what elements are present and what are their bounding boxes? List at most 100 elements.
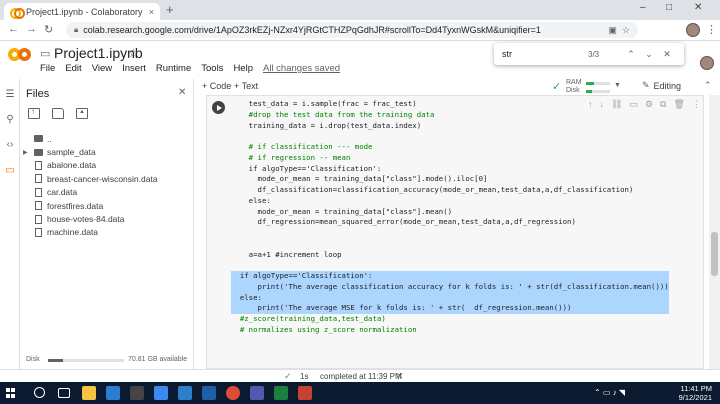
chevron-down-icon[interactable]: ▼ [614, 82, 621, 89]
mount-drive-icon[interactable] [76, 108, 88, 119]
star-icon[interactable]: ☆ [128, 46, 139, 60]
find-close-icon[interactable]: ✕ [658, 49, 676, 60]
code-line[interactable]: # if regression -- mean [231, 153, 669, 164]
delete-icon[interactable]: 🗑︎ [673, 99, 684, 110]
upload-icon[interactable] [28, 107, 40, 119]
vscode-icon[interactable] [178, 386, 192, 400]
code-line[interactable] [231, 260, 669, 271]
mail-icon[interactable] [106, 386, 120, 400]
find-next-icon[interactable]: ⌄ [640, 49, 658, 60]
search-icon[interactable]: ⚲ [4, 114, 16, 125]
menu-view[interactable]: View [92, 63, 112, 74]
back-arrow-icon[interactable]: ← [8, 23, 19, 35]
code-line[interactable]: a=a+1 #increment loop [231, 250, 669, 261]
add-code-button[interactable]: + Code [202, 81, 231, 91]
menu-help[interactable]: Help [233, 63, 253, 74]
run-cell-button[interactable] [212, 101, 225, 114]
code-line[interactable]: # if classification --- mode [231, 142, 669, 153]
code-line[interactable]: else: [231, 292, 669, 304]
expand-arrow-icon[interactable]: ▶ [20, 149, 30, 156]
tab-close-icon[interactable]: × [149, 7, 154, 17]
new-folder-icon[interactable] [52, 108, 64, 119]
outlook-icon[interactable] [202, 386, 216, 400]
file-item[interactable]: abalone.data [20, 159, 194, 172]
minimize-button[interactable]: – [640, 2, 646, 13]
powerpoint-icon[interactable] [298, 386, 312, 400]
more-icon[interactable]: ⋮ [692, 99, 701, 110]
resource-monitor[interactable]: ✓ RAM Disk ▼ [552, 79, 622, 95]
file-item[interactable]: house-votes-84.data [20, 212, 194, 225]
forward-arrow-icon[interactable]: → [26, 23, 37, 35]
status-close-icon[interactable]: ✕ [396, 371, 404, 382]
code-line[interactable]: df_regression=mean_squared_error(mode_or… [231, 217, 669, 228]
url-text[interactable]: colab.research.google.com/drive/1ApOZ3rk… [83, 25, 603, 35]
editing-mode-button[interactable]: ✎ Editing [642, 80, 681, 91]
save-status[interactable]: All changes saved [263, 63, 340, 74]
taskbar-clock[interactable]: 11:41 PM 9/12/2021 [672, 384, 712, 402]
browser-menu-icon[interactable]: ⋮ [706, 23, 717, 36]
bookmark-star-icon[interactable]: ☆ [622, 25, 630, 36]
file-item[interactable]: forestfires.data [20, 199, 194, 212]
excel-icon[interactable] [274, 386, 288, 400]
code-line[interactable] [231, 239, 669, 250]
maximize-button[interactable]: □ [666, 2, 672, 13]
code-line[interactable]: #drop the test data from the training da… [231, 110, 669, 121]
code-snippets-icon[interactable]: ‹› [4, 139, 16, 150]
code-line[interactable]: if algoType=='Classification': [231, 271, 669, 282]
taskbar-search-icon[interactable] [34, 387, 45, 398]
task-view-icon[interactable] [58, 388, 70, 398]
menu-edit[interactable]: Edit [65, 63, 81, 74]
add-text-button[interactable]: + Text [234, 81, 258, 91]
file-item[interactable]: ▶ sample_data [20, 145, 194, 158]
code-editor[interactable]: test_data = i.sample(frac = frac_test) #… [231, 99, 669, 336]
code-line[interactable]: test_data = i.sample(frac = frac_test) [231, 99, 669, 110]
code-line[interactable] [231, 228, 669, 239]
menu-icon[interactable]: ☰ [4, 89, 16, 100]
chrome-icon[interactable] [226, 386, 240, 400]
address-bar[interactable]: 🔒︎ colab.research.google.com/drive/1ApOZ… [66, 22, 638, 38]
file-item[interactable]: car.data [20, 186, 194, 199]
colab-logo[interactable] [8, 48, 32, 62]
file-item[interactable]: .. [20, 132, 194, 145]
file-explorer-icon[interactable] [82, 386, 96, 400]
system-tray-icons[interactable]: ⌃ ▭ ♪ ◥ [594, 388, 625, 397]
code-line[interactable]: training_data = i.drop(test_data.index) [231, 121, 669, 132]
find-prev-icon[interactable]: ⌃ [622, 49, 640, 60]
code-line[interactable]: mode_or_mean = training_data["class"].mo… [231, 174, 669, 185]
file-icon [35, 160, 42, 170]
code-line[interactable]: df_classification=classification_accurac… [231, 185, 669, 196]
store-icon[interactable] [130, 386, 144, 400]
code-line[interactable]: if algoType=='Classification': [231, 164, 669, 175]
collapse-header-icon[interactable]: ⌃ [704, 80, 712, 91]
user-avatar[interactable] [700, 56, 714, 70]
file-item[interactable]: machine.data [20, 226, 194, 239]
code-line[interactable]: print('The average MSE for k folds is: '… [231, 303, 669, 314]
file-item[interactable]: breast-cancer-wisconsin.data [20, 172, 194, 185]
windows-start-icon[interactable] [6, 388, 16, 398]
find-input[interactable]: str [502, 49, 588, 59]
code-line[interactable]: # normalizes using z_score normalization [231, 325, 669, 336]
page-action-icon[interactable]: ▣ [608, 25, 617, 36]
scroll-thumb[interactable] [711, 232, 718, 276]
folder-icon[interactable]: ▭ [4, 165, 16, 176]
menu-tools[interactable]: Tools [201, 63, 223, 74]
code-line[interactable] [231, 131, 669, 142]
menu-file[interactable]: File [40, 63, 55, 74]
window-close-button[interactable]: ✕ [694, 2, 702, 13]
code-line[interactable]: print('The average classification accura… [231, 281, 669, 293]
browser-profile-avatar[interactable] [686, 23, 700, 37]
file-name: .. [47, 133, 52, 144]
menu-runtime[interactable]: Runtime [156, 63, 191, 74]
browser-tab[interactable]: Project1.ipynb - Colaboratory × [4, 3, 160, 20]
menu-insert[interactable]: Insert [122, 63, 146, 74]
code-line[interactable]: #z_score(training_data,test_data) [231, 314, 669, 325]
new-tab-button[interactable]: + [166, 3, 174, 17]
reload-icon[interactable]: ↻ [44, 23, 53, 36]
code-line[interactable]: mode_or_mean = training_data["class"].me… [231, 207, 669, 218]
files-close-icon[interactable]: ✕ [178, 87, 186, 98]
scrollbar[interactable] [709, 95, 720, 369]
app-icon[interactable] [154, 386, 168, 400]
teams-icon[interactable] [250, 386, 264, 400]
code-cell[interactable]: ↑ ↓ ⛓ ▭ ⚙ ⧉ 🗑︎ ⋮ test_data = i.sample(fr… [206, 95, 704, 369]
code-line[interactable]: else: [231, 196, 669, 207]
